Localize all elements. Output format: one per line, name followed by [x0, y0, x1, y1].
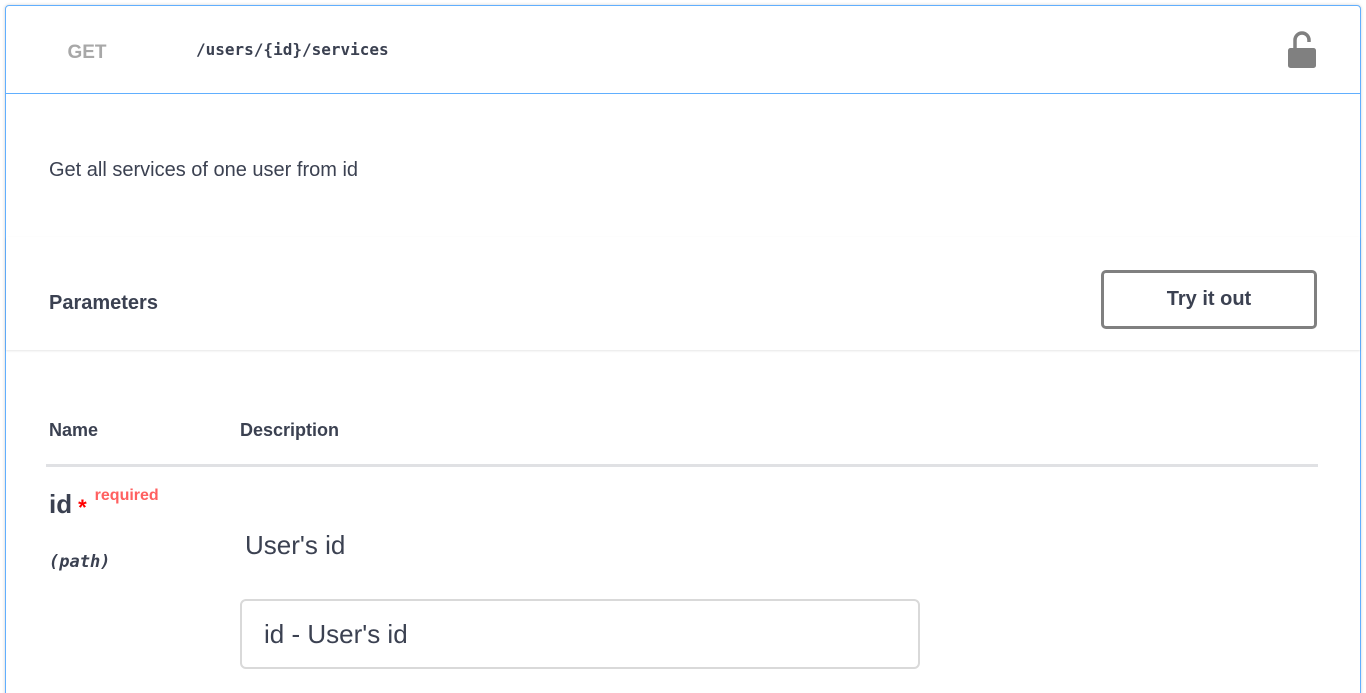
unlocked-padlock-icon[interactable] — [1287, 30, 1317, 70]
parameters-header: Parameters Try it out — [6, 237, 1360, 350]
http-method-badge: GET — [67, 42, 107, 63]
operation-block: GET /users/{id}/services Get all service… — [5, 5, 1361, 693]
parameter-name-text: id — [49, 489, 73, 519]
id-input[interactable] — [240, 599, 920, 669]
parameters-title: Parameters — [49, 292, 158, 314]
column-header-name: Name — [49, 420, 99, 440]
required-label: required — [94, 487, 159, 504]
parameter-location: (path) — [49, 552, 111, 572]
parameter-name: id * required — [49, 487, 159, 521]
table-header-divider — [46, 464, 1318, 467]
operation-description: Get all services of one user from id — [49, 159, 359, 181]
required-star: * — [78, 495, 87, 520]
operation-path: /users/{id}/services — [196, 40, 389, 59]
column-header-description: Description — [240, 420, 340, 440]
operation-summary[interactable]: GET /users/{id}/services — [6, 6, 1360, 94]
try-it-out-button[interactable]: Try it out — [1101, 270, 1317, 329]
parameter-description: User's id — [245, 530, 346, 560]
